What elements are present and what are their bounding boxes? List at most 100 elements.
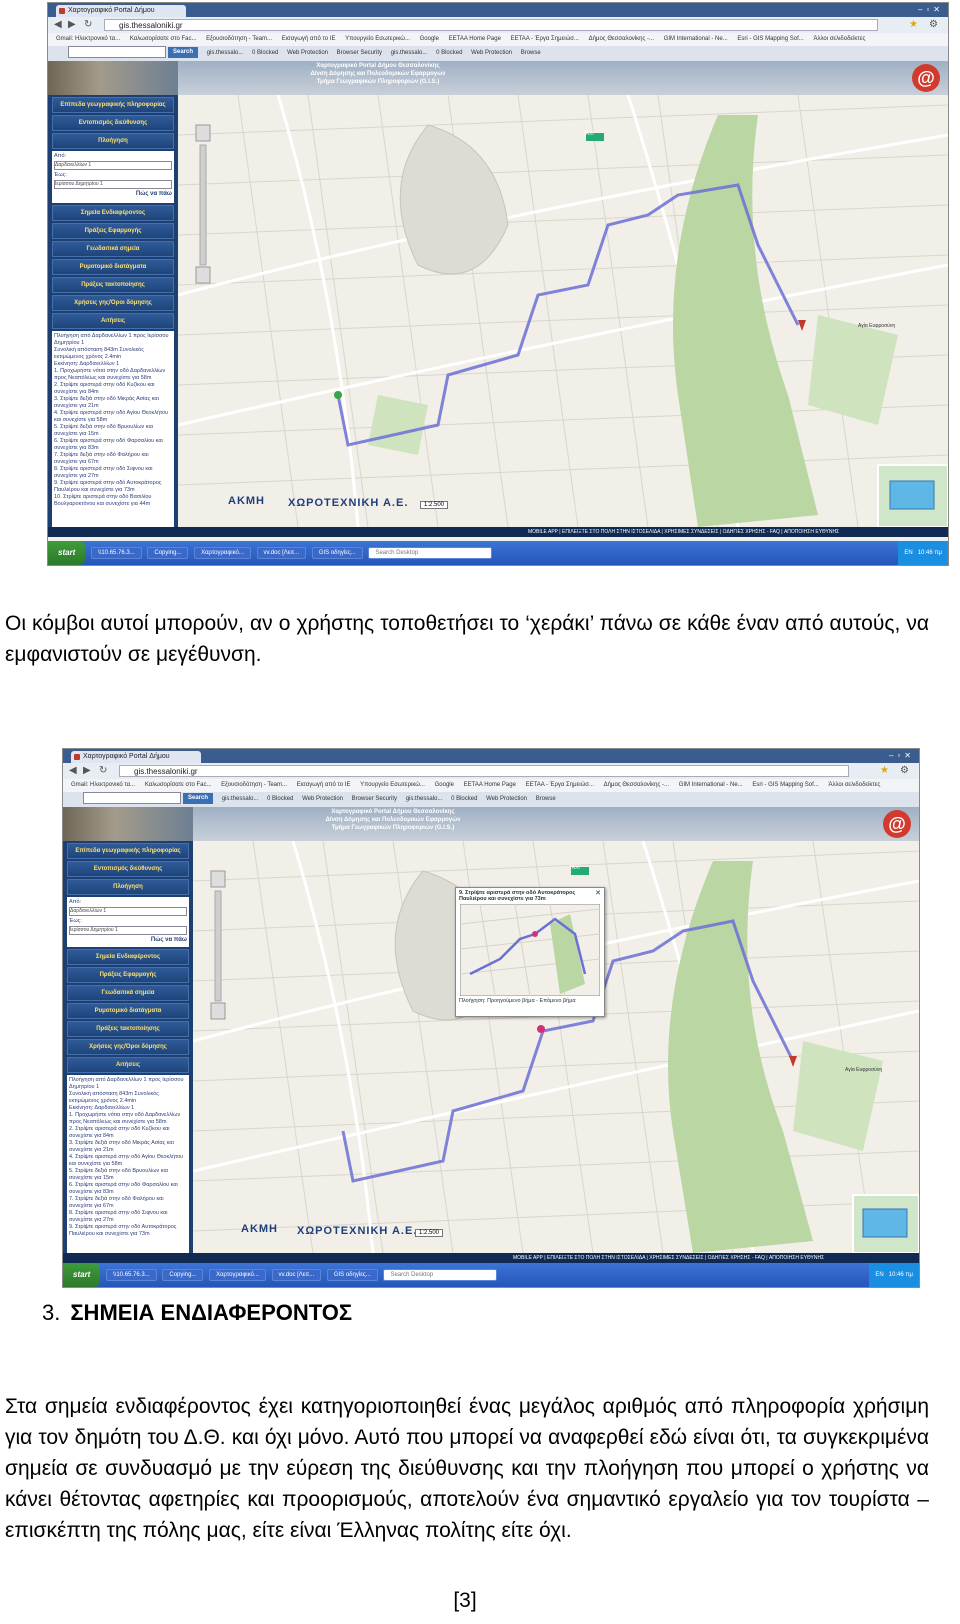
bookmark[interactable]: Υπουργείο Εσωτερικώ... (345, 33, 410, 46)
toolbar-item[interactable]: Web Protection (287, 46, 328, 61)
bookmark[interactable]: EETAA Home Page (449, 33, 501, 46)
toolbar-search-input[interactable] (83, 792, 181, 805)
back-icon[interactable]: ◀ (69, 765, 77, 776)
toolbar-item[interactable]: gis.thessalo... (207, 46, 244, 61)
desktop-search-input[interactable]: Search Desktop (368, 547, 493, 560)
toolbar-item[interactable]: gis.thessalo... (391, 46, 428, 61)
back-icon[interactable]: ◀ (54, 19, 62, 30)
directions-step[interactable]: 1. Προχωρήστε νότια στην οδό Δαρδανελλίω… (54, 368, 172, 382)
directions-step[interactable]: 8. Στρίψτε αριστερά στην οδό Σιφνου και … (69, 1210, 187, 1224)
reload-icon[interactable]: ↻ (84, 19, 92, 30)
taskbar-item[interactable]: GIS οδηγίες... (326, 1269, 378, 1282)
map-canvas[interactable] (178, 95, 948, 527)
bookmark[interactable]: Εξουσιοδότηση - Team... (221, 779, 287, 792)
window-controls[interactable]: –▫✕ (889, 751, 915, 761)
taskbar-item[interactable]: GIS οδηγίες... (311, 547, 363, 560)
url-input[interactable]: gis.thessaloniki.gr (119, 765, 849, 777)
menu-planning[interactable]: Ρυμοτομικό διατάγματα (52, 259, 174, 275)
bookmark[interactable]: Δήμος Θεσσαλονίκης -... (589, 33, 654, 46)
toolbar-item[interactable]: gis.thessalo... (406, 792, 443, 807)
route-start-marker[interactable] (334, 391, 342, 399)
menu-layers[interactable]: Επίπεδα γεωγραφικής πληροφορίας (52, 97, 174, 113)
toolbar-item[interactable]: Browse (536, 792, 556, 807)
menu-implementation[interactable]: Πράξεις Εφαρμογής (52, 223, 174, 239)
bookmark[interactable]: Google (435, 779, 454, 792)
directions-step[interactable]: 7. Στρίψτε δεξιά στην οδό Φαλήρου και συ… (69, 1196, 187, 1210)
route-node-marker[interactable] (537, 1025, 545, 1033)
bookmark[interactable]: Esri - GIS Mapping Sof... (737, 33, 803, 46)
toolbar-item[interactable]: 0 Blocked (252, 46, 278, 61)
menu-requests[interactable]: Αιτήσεις (67, 1057, 189, 1073)
menu-landuse[interactable]: Χρήσεις γης/Όροι δόμησης (67, 1039, 189, 1055)
forward-icon[interactable]: ▶ (83, 765, 91, 776)
wrench-icon[interactable]: ⚙ (929, 19, 938, 30)
to-input[interactable]: Ιερίσσου Δημητρίου 1 (54, 180, 172, 189)
popup-navigation[interactable]: Πλοήγηση: Προηγούμενο βήμα - Επόμενο βήμ… (456, 996, 604, 1006)
toolbar-item[interactable]: Browse (521, 46, 541, 61)
menu-arrangement[interactable]: Πράξεις τακτοποίησης (67, 1021, 189, 1037)
bookmark[interactable]: GIM International - Ne... (664, 33, 728, 46)
taskbar-item[interactable]: \\10.65.76.3... (106, 1269, 157, 1282)
from-input[interactable]: Δαρδανελλίων 1 (69, 907, 187, 916)
bookmark[interactable]: Υπουργείο Εσωτερικώ... (360, 779, 425, 792)
taskbar-item[interactable]: Copying... (162, 1269, 204, 1282)
toolbar-item[interactable]: Web Protection (471, 46, 512, 61)
window-controls[interactable]: –▫✕ (918, 5, 944, 15)
route-go-button[interactable]: Πώς να πάω (54, 191, 172, 198)
taskbar-item[interactable]: vv.doc [Λειτ... (271, 1269, 322, 1282)
popup-zoom-map[interactable] (460, 904, 600, 996)
directions-step[interactable]: 3. Στρίψτε δεξιά στην οδό Μικράς Ασίας κ… (69, 1140, 187, 1154)
menu-planning[interactable]: Ρυμοτομικό διατάγματα (67, 1003, 189, 1019)
toolbar-item[interactable]: 0 Blocked (436, 46, 462, 61)
bookmark[interactable]: GIM International - Ne... (679, 779, 743, 792)
star-icon[interactable]: ★ (880, 765, 889, 776)
reload-icon[interactable]: ↻ (99, 765, 107, 776)
bookmark[interactable]: EETAA - Έργα Σημειώσ... (526, 779, 594, 792)
from-input[interactable]: Δαρδανελλίων 1 (54, 161, 172, 170)
menu-implementation[interactable]: Πράξεις Εφαρμογής (67, 967, 189, 983)
bookmark[interactable]: Εξουσιοδότηση - Team... (206, 33, 272, 46)
bookmark[interactable]: EETAA - Έργα Σημειώσ... (511, 33, 579, 46)
bookmark[interactable]: Google (420, 33, 439, 46)
bookmark[interactable]: Gmail: Ηλεκτρονικό τα... (56, 33, 120, 46)
taskbar-item[interactable]: \\10.65.76.3... (91, 547, 142, 560)
bookmark[interactable]: EETAA Home Page (464, 779, 516, 792)
directions-step[interactable]: 8. Στρίψτε αριστερά στην οδό Σιφνου και … (54, 466, 172, 480)
directions-step[interactable]: 10. Στρίψτε αριστερά στην οδό Βασιλίου Β… (54, 494, 172, 508)
close-icon[interactable]: ✕ (595, 889, 601, 897)
toolbar-search-button[interactable]: Search (183, 792, 214, 804)
start-button[interactable]: start (48, 541, 86, 565)
bookmark[interactable]: Δήμος Θεσσαλονίκης -... (604, 779, 669, 792)
wrench-icon[interactable]: ⚙ (900, 765, 909, 776)
menu-poi[interactable]: Σημεία Ενδιαφέροντος (67, 949, 189, 965)
browser-tab[interactable]: Χαρτογραφικό Portal Δήμου (71, 751, 201, 763)
menu-landuse[interactable]: Χρήσεις γης/Όροι δόμησης (52, 295, 174, 311)
bookmark[interactable]: Εισαγωγή από το IE (297, 779, 351, 792)
language-indicator[interactable]: EN (875, 1272, 883, 1278)
directions-step[interactable]: 2. Στρίψτε αριστερά στην οδό Κυζίκου και… (54, 382, 172, 396)
taskbar-item[interactable]: Χαρτογραφικό... (194, 547, 251, 560)
to-input[interactable]: Ιερίσσου Δημητρίου 1 (69, 926, 187, 935)
menu-arrangement[interactable]: Πράξεις τακτοποίησης (52, 277, 174, 293)
menu-geodetic[interactable]: Γεωδαιτικά σημεία (67, 985, 189, 1001)
start-button[interactable]: start (63, 1263, 101, 1287)
directions-step[interactable]: 5. Στρίψτε δεξιά στην οδό Βρυουλίων και … (54, 424, 172, 438)
directions-step[interactable]: 1. Προχωρήστε νότια στην οδό Δαρδανελλίω… (69, 1112, 187, 1126)
directions-step[interactable]: 7. Στρίψτε δεξιά στην οδό Φαλήρου και συ… (54, 452, 172, 466)
directions-step[interactable]: 5. Στρίψτε δεξιά στην οδό Βρυουλίων και … (69, 1168, 187, 1182)
map-view[interactable]: ΑΚΜΗ ΧΩΡΟΤΕΧΝΙΚΗ Α.Ε. 1:2.500 TAXI Αγία … (178, 95, 948, 527)
language-indicator[interactable]: EN (904, 550, 912, 556)
directions-step[interactable]: 3. Στρίψτε δεξιά στην οδό Μικράς Ασίας κ… (54, 396, 172, 410)
menu-poi[interactable]: Σημεία Ενδιαφέροντος (52, 205, 174, 221)
menu-address[interactable]: Εντοπισμός διεύθυνσης (52, 115, 174, 131)
bookmark[interactable]: Gmail: Ηλεκτρονικό τα... (71, 779, 135, 792)
bookmark[interactable]: Καλωσορίσατε στο Fac... (130, 33, 197, 46)
browser-tab[interactable]: Χαρτογραφικό Portal Δήμου (56, 5, 186, 17)
taskbar-item[interactable]: Copying... (147, 547, 189, 560)
bookmark[interactable]: Esri - GIS Mapping Sof... (752, 779, 818, 792)
route-step-popup[interactable]: 9. Στρίψτε αριστερά στην οδό Αυτοκράτορο… (455, 887, 605, 1017)
bookmark[interactable]: Άλλοι σελιδοδείκτες (813, 33, 865, 46)
url-input[interactable]: gis.thessaloniki.gr (104, 19, 878, 31)
toolbar-item[interactable]: Browser Security (352, 792, 397, 807)
map-view[interactable]: 9. Στρίψτε αριστερά στην οδό Αυτοκράτορο… (193, 841, 919, 1253)
